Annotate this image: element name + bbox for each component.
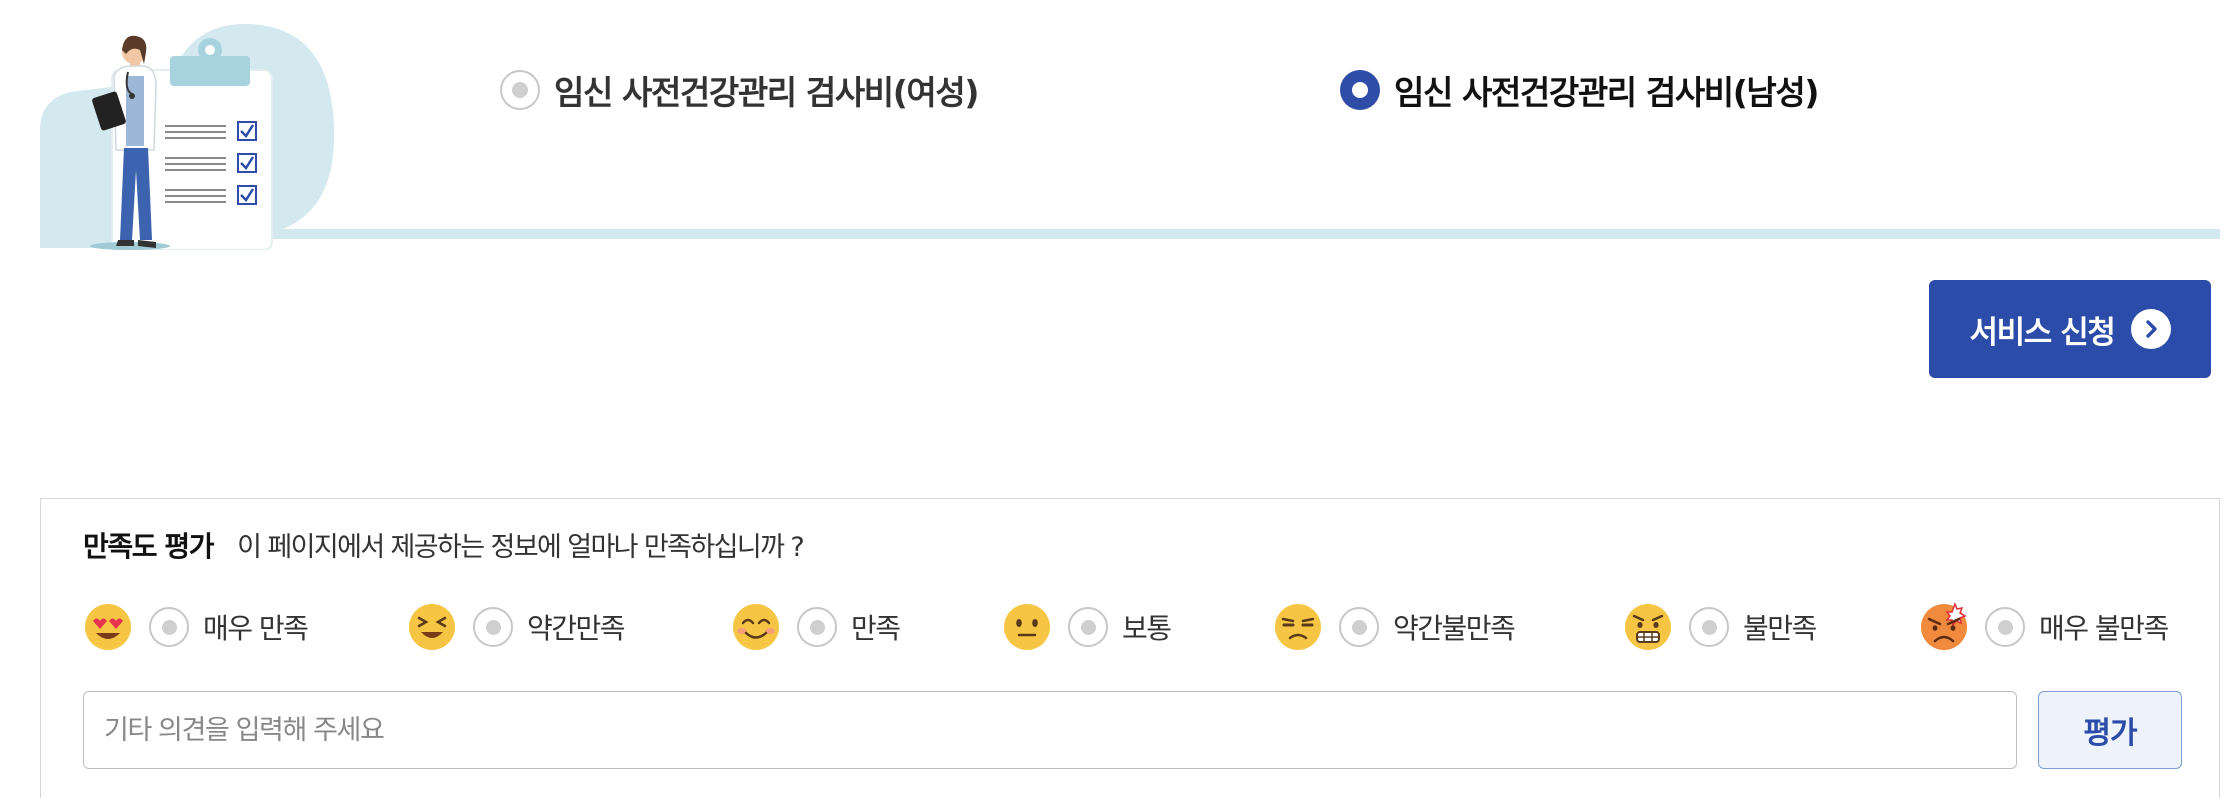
heart-eyes-face-icon bbox=[85, 604, 131, 650]
angry-face-icon bbox=[1921, 602, 1967, 650]
choice-label-dissatisfied: 불만족 bbox=[1743, 612, 1817, 645]
survey-header: 만족도 평가 이 페이지에서 제공하는 정보에 얼마나 만족하십니까 ? bbox=[83, 525, 805, 565]
doctor-checklist-illustration bbox=[40, 23, 335, 250]
radio-very-satisfied[interactable] bbox=[149, 607, 189, 647]
opinion-input[interactable] bbox=[83, 691, 2017, 769]
smiling-face-icon bbox=[733, 604, 779, 650]
choice-label-satisfied: 만족 bbox=[851, 612, 901, 645]
choice-satisfied[interactable]: 만족 bbox=[731, 602, 901, 652]
survey-question: 이 페이지에서 제공하는 정보에 얼마나 만족하십니까 ? bbox=[237, 532, 805, 563]
option-male-exam-label: 임신 사전건강관리 검사비(남성) bbox=[1394, 73, 1819, 112]
submit-evaluation-button[interactable]: 평가 bbox=[2038, 691, 2182, 769]
choice-label-neutral: 보통 bbox=[1122, 612, 1172, 645]
radio-dissatisfied[interactable] bbox=[1689, 607, 1729, 647]
radio-very-dissatisfied[interactable] bbox=[1985, 607, 2025, 647]
unamused-face-icon bbox=[1275, 604, 1321, 650]
radio-somewhat-satisfied[interactable] bbox=[473, 607, 513, 647]
choice-dissatisfied[interactable]: 불만족 bbox=[1623, 602, 1817, 652]
radio-male-exam[interactable] bbox=[1340, 70, 1380, 110]
option-female-exam-label: 임신 사전건강관리 검사비(여성) bbox=[554, 73, 979, 112]
survey-title: 만족도 평가 bbox=[83, 530, 215, 563]
choice-label-very-satisfied: 매우 만족 bbox=[203, 612, 309, 645]
choice-very-satisfied[interactable]: 매우 만족 bbox=[83, 602, 309, 652]
choice-label-somewhat-dissatisfied: 약간불만족 bbox=[1393, 612, 1516, 645]
choice-very-dissatisfied[interactable]: 매우 불만족 bbox=[1919, 602, 2169, 652]
radio-satisfied[interactable] bbox=[797, 607, 837, 647]
choice-label-somewhat-satisfied: 약간만족 bbox=[527, 612, 626, 645]
grimacing-face-icon bbox=[1625, 604, 1671, 650]
category-selector: 임신 사전건강관리 검사비(여성) 임신 사전건강관리 검사비(남성) bbox=[0, 0, 2232, 250]
choice-somewhat-dissatisfied[interactable]: 약간불만족 bbox=[1273, 602, 1516, 652]
choice-label-very-dissatisfied: 매우 불만족 bbox=[2039, 612, 2169, 645]
radio-female-exam[interactable] bbox=[500, 70, 540, 110]
hero-divider bbox=[40, 229, 2220, 239]
squinting-face-icon bbox=[409, 604, 455, 650]
neutral-face-icon bbox=[1004, 604, 1050, 650]
option-male-exam[interactable]: 임신 사전건강관리 검사비(남성) bbox=[1340, 66, 1819, 114]
choice-somewhat-satisfied[interactable]: 약간만족 bbox=[407, 602, 626, 652]
chevron-right-icon bbox=[2130, 309, 2171, 349]
option-female-exam[interactable]: 임신 사전건강관리 검사비(여성) bbox=[500, 66, 979, 114]
radio-somewhat-dissatisfied[interactable] bbox=[1339, 607, 1379, 647]
choice-neutral[interactable]: 보통 bbox=[1002, 602, 1172, 652]
service-apply-label: 서비스 신청 bbox=[1969, 314, 2116, 351]
service-apply-button[interactable]: 서비스 신청 bbox=[1929, 280, 2211, 378]
radio-neutral[interactable] bbox=[1068, 607, 1108, 647]
satisfaction-survey: 만족도 평가 이 페이지에서 제공하는 정보에 얼마나 만족하십니까 ? 매우 … bbox=[40, 498, 2220, 798]
